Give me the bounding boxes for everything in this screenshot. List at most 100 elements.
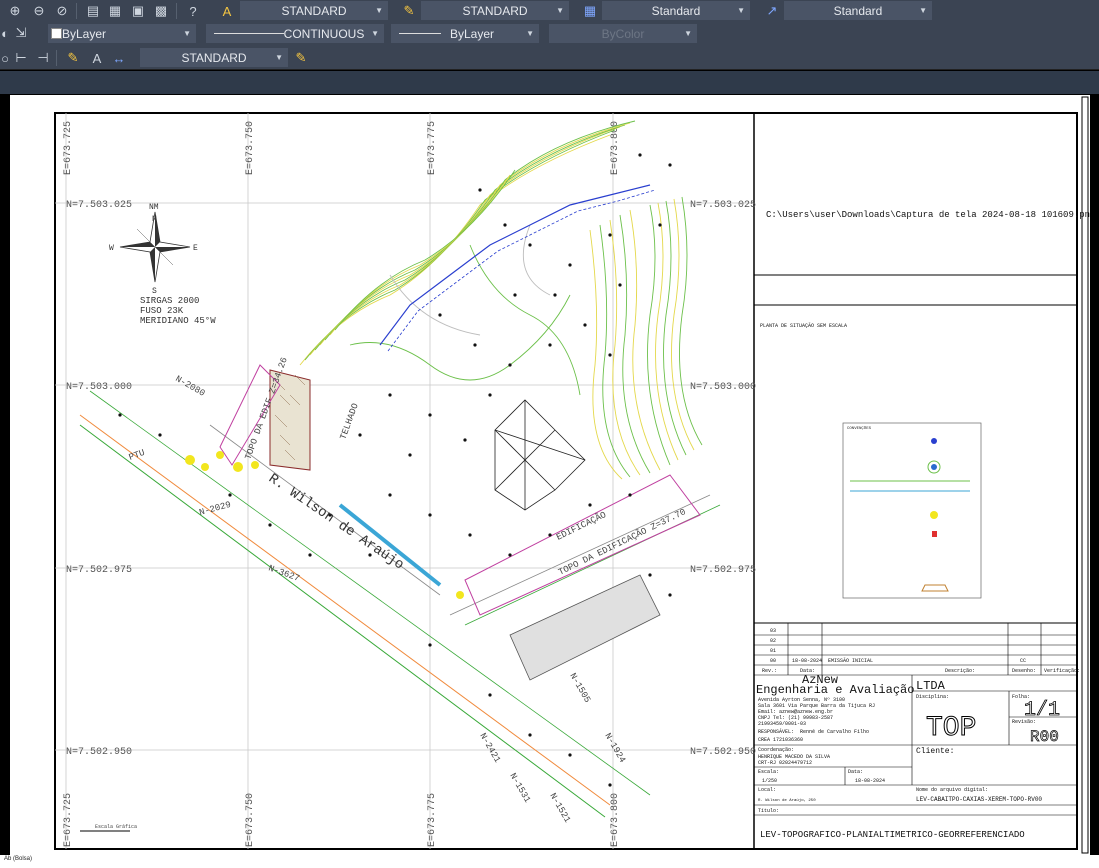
rev00-draw: CC (1020, 658, 1026, 664)
building-edificacao (464, 474, 701, 616)
lineweight-dropdown[interactable]: ByLayer ▼ (391, 24, 539, 43)
crea-value: CREA 1721036360 (758, 737, 803, 743)
anno-style-value: STANDARD (181, 50, 247, 65)
responsavel-label: RESPONSÁVEL: (758, 728, 794, 735)
status-bar: Ab (Bolsa) (0, 855, 1099, 868)
layer-previous-icon[interactable]: ⇲ (12, 24, 30, 42)
label-telhado: TELHADO (338, 402, 360, 441)
rev-row-02: 02 (770, 638, 776, 644)
help-icon[interactable]: ? (184, 2, 202, 20)
grid-label-e1-bottom: E=673.725 (63, 793, 74, 847)
grid-label-e1: E=673.725 (63, 121, 74, 175)
label-n1924: N-1924 (602, 732, 627, 765)
zoom-previous-icon[interactable]: ⊘ (53, 2, 71, 20)
dim-style-icon[interactable]: ✎ (400, 2, 418, 20)
data-label: Data: (848, 769, 863, 775)
dim-update-icon[interactable]: ↔ (110, 49, 128, 67)
dimension-toolbar: ○ ⊢ ⊣ ✎ A ↔ STANDARD ▼ ✎ (0, 45, 1099, 70)
responsavel-value: Renné de Carvalho Filho (800, 729, 869, 735)
chevron-down-icon: ▼ (275, 53, 283, 62)
table-style-dropdown[interactable]: Standard ▼ (602, 1, 750, 20)
text-style-dropdown[interactable]: STANDARD ▼ (240, 1, 388, 20)
company-phone: 21993459/0001-03 (758, 721, 806, 727)
properties-toolbar: ◐ ⇲ ByLayer ▼ CONTINUOUS ▼ ByLayer ▼ ByColo… (0, 22, 1099, 45)
grid-label-n4: N=7.502.950 (66, 747, 132, 758)
north-arrow-icon: NM N S E W (109, 203, 198, 296)
drainage-line-2 (387, 189, 656, 352)
dim-style-dropdown[interactable]: STANDARD ▼ (421, 1, 569, 20)
file-path-text: C:\Users\user\Downloads\Captura de tela … (766, 210, 1090, 220)
label-n2080: N-2080 (174, 374, 207, 399)
color-dropdown[interactable]: ByLayer ▼ (48, 24, 196, 43)
multileader-style-dropdown[interactable]: Standard ▼ (784, 1, 932, 20)
ribbon-gap (0, 71, 1099, 94)
arquivo-value: LEV-CABAITPO-CAXIAS-XEREM-TOPO-RV00 (916, 796, 1042, 803)
dim-text-edit-icon[interactable]: A (88, 49, 106, 67)
legend-title: CONVENÇÕES (847, 426, 872, 431)
calculator-icon[interactable]: ▩ (152, 2, 170, 20)
titulo-label: Título: (758, 808, 779, 814)
grid-label-n3: N=7.502.975 (66, 565, 132, 576)
dim-style-manager-icon[interactable]: ✎ (292, 49, 310, 67)
data-value: 18-08-2024 (855, 778, 885, 784)
datum-line2: FUSO 23K (140, 306, 184, 316)
table-style-icon[interactable]: ▦ (581, 2, 599, 20)
chevron-down-icon: ▼ (556, 6, 564, 15)
grid-label-e2: E=673.750 (245, 121, 256, 175)
grid-label-e3-bottom: E=673.775 (427, 793, 438, 847)
grid-label-n2: N=7.503.000 (66, 382, 132, 393)
datum-line1: SIRGAS 2000 (140, 296, 199, 306)
text-style-icon[interactable]: A (218, 2, 236, 20)
rev-header-draw: Desenho: (1012, 668, 1036, 674)
label-ptu: PTU (128, 448, 147, 463)
compass-n: N (152, 215, 157, 224)
lineweight-preview (399, 33, 441, 34)
disciplina-value: TOP (926, 713, 976, 744)
tool-palettes-icon[interactable]: ▣ (129, 2, 147, 20)
label-n1505: N-1505 (567, 672, 592, 705)
label-n1531: N-1531 (507, 772, 532, 805)
grid-label-n3-right: N=7.502.975 (690, 565, 756, 576)
drawing-canvas[interactable]: N=7.503.025 N=7.503.025 N=7.503.000 N=7.… (10, 95, 1095, 855)
disciplina-label: Disciplina: (916, 694, 949, 700)
grid-label-e3: E=673.775 (427, 121, 438, 175)
grid-label-n1: N=7.503.025 (66, 200, 132, 211)
legend-marker-blue-icon (931, 438, 937, 444)
title-block: C:\Users\user\Downloads\Captura de tela … (754, 210, 1095, 840)
cliente-label: Cliente: (916, 747, 954, 756)
rev-row-00: 00 (770, 658, 776, 664)
north-label: NM (149, 203, 159, 212)
label-topo-edificacao: TOPO DA EDIFICAÇÃO Z=37.70 (556, 506, 687, 577)
rev-header-desc: Descrição: (945, 668, 975, 674)
legend-marker-blue2-icon (931, 464, 937, 470)
rev-header-rev: Rev.: (762, 668, 777, 674)
label-n2029: N-2029 (198, 500, 232, 518)
chevron-down-icon: ▼ (919, 6, 927, 15)
multileader-style-icon[interactable]: ↗ (763, 2, 781, 20)
dim-linear-icon[interactable]: ⊢ (12, 49, 30, 67)
local-label: Local: (758, 787, 776, 793)
linetype-preview (214, 33, 284, 34)
dim-continue-icon[interactable]: ⊣ (34, 49, 52, 67)
status-text: Ab (Bolsa) (4, 856, 33, 862)
zoom-window-icon[interactable]: ⊖ (30, 2, 48, 20)
vegetation-spots (185, 451, 464, 599)
rev00-desc: EMISSÃO INICIAL (828, 657, 873, 664)
anno-style-dropdown[interactable]: STANDARD ▼ (140, 48, 288, 67)
table-style-value: Standard (651, 3, 701, 18)
grid-label-n1-right: N=7.503.025 (690, 200, 756, 211)
zoom-realtime-icon[interactable]: ⊕ (6, 2, 24, 20)
label-n2421: N-2421 (477, 732, 502, 765)
crt-value: CRT-RJ 02024479712 (758, 760, 812, 766)
chevron-down-icon: ▼ (183, 29, 191, 38)
company-ltda: LTDA (916, 679, 946, 693)
rev00-date: 18-08-2024 (792, 658, 822, 664)
dim-edit-icon[interactable]: ✎ (64, 49, 82, 67)
rev-header-check: Verificação: (1044, 668, 1080, 674)
revisao-label: Revisão: (1012, 719, 1036, 725)
standard-toolbar: ⊕ ⊖ ⊘ ▤ ▦ ▣ ▩ ? A STANDARD ▼ ✎ STANDARD ▼ … (0, 0, 1099, 22)
label-n3627: N-3627 (267, 563, 301, 583)
properties-icon[interactable]: ▤ (84, 2, 102, 20)
design-center-icon[interactable]: ▦ (106, 2, 124, 20)
linetype-dropdown[interactable]: CONTINUOUS ▼ (206, 24, 384, 43)
